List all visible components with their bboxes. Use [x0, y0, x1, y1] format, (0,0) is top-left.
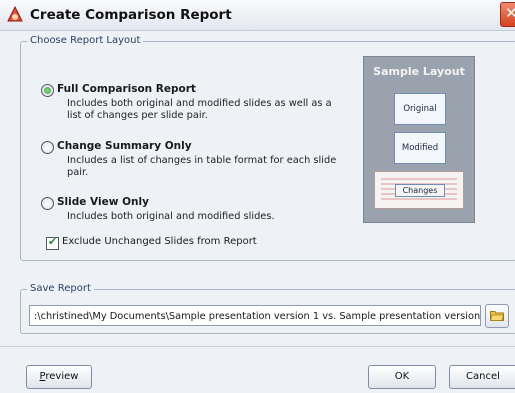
- option-description: Includes a list of changes in table form…: [67, 155, 337, 178]
- sample-changes-label: Changes: [395, 184, 445, 197]
- app-icon: [7, 6, 23, 22]
- exclude-unchanged-label[interactable]: Exclude Unchanged Slides from Report: [62, 236, 257, 247]
- report-layout-legend: Choose Report Layout: [27, 35, 144, 46]
- dialog-title: Create Comparison Report: [30, 7, 232, 23]
- sample-modified-box: Modified: [394, 132, 446, 164]
- title-bar: Create Comparison Report ✕: [0, 0, 515, 31]
- option-label[interactable]: Change Summary Only: [57, 140, 192, 152]
- save-report-legend: Save Report: [27, 283, 94, 294]
- close-icon: ✕: [505, 4, 515, 22]
- close-button[interactable]: ✕: [500, 2, 515, 27]
- option-label[interactable]: Slide View Only: [57, 196, 149, 208]
- sample-original-box: Original: [394, 93, 446, 125]
- cancel-button[interactable]: Cancel: [449, 365, 515, 389]
- create-comparison-report-dialog: Create Comparison Report ✕ Choose Report…: [0, 0, 515, 393]
- save-path-field[interactable]: :\christined\My Documents\Sample present…: [29, 305, 481, 326]
- checkmark-icon: ✔: [48, 235, 58, 248]
- radio-full-comparison[interactable]: [41, 84, 54, 97]
- sample-layout-preview: Sample Layout Original Modified Changes: [363, 56, 475, 223]
- preview-button[interactable]: Preview: [26, 365, 92, 389]
- radio-change-summary[interactable]: [41, 141, 54, 154]
- report-layout-group: Choose Report Layout Full Comparison Rep…: [20, 35, 515, 261]
- radio-slide-view[interactable]: [41, 197, 54, 210]
- folder-open-icon: [490, 311, 504, 321]
- browse-button[interactable]: [485, 304, 509, 328]
- save-report-group: Save Report :\christined\My Documents\Sa…: [20, 283, 515, 334]
- option-description: Includes both original and modified slid…: [67, 98, 332, 121]
- sample-changes-box: Changes: [374, 171, 464, 209]
- exclude-unchanged-checkbox[interactable]: ✔: [46, 235, 59, 250]
- sample-layout-title: Sample Layout: [373, 65, 465, 78]
- option-label[interactable]: Full Comparison Report: [57, 83, 196, 95]
- ok-button[interactable]: OK: [368, 365, 436, 389]
- option-description: Includes both original and modified slid…: [67, 211, 275, 222]
- button-bar-separator: [0, 346, 515, 347]
